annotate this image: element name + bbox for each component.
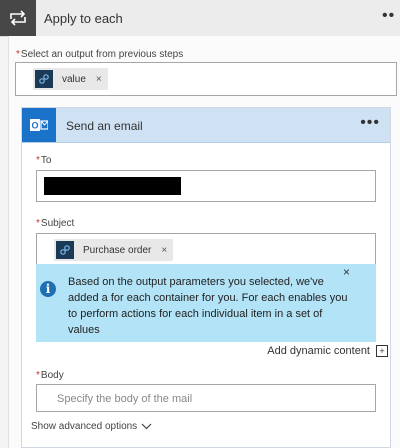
required-marker: * (36, 218, 40, 229)
outlook-icon: O (22, 108, 56, 142)
action-more-menu-icon[interactable]: ••• (360, 114, 380, 132)
info-icon: i (40, 281, 56, 297)
subject-label: *Subject (36, 218, 74, 229)
dynamic-content-icon (56, 241, 74, 259)
remove-token-icon[interactable]: × (161, 245, 167, 256)
required-marker: * (16, 49, 20, 60)
body-placeholder: Specify the body of the mail (57, 393, 193, 405)
value-token[interactable]: value × (33, 68, 108, 90)
send-email-action-card: O Send an email ••• *To *Subject Purchas… (21, 107, 391, 448)
body-label-text: Body (40, 370, 64, 381)
select-output-label-text: Select an output from previous steps (20, 49, 184, 60)
svg-text:O: O (31, 121, 38, 131)
required-marker: * (36, 155, 40, 166)
chevron-down-icon (141, 423, 152, 430)
to-input[interactable] (36, 170, 376, 202)
dynamic-content-icon (35, 70, 53, 88)
body-input[interactable]: Specify the body of the mail (36, 384, 376, 412)
loop-more-menu-icon[interactable]: •• (382, 6, 400, 26)
action-header[interactable]: O Send an email ••• (22, 108, 390, 143)
to-label: *To (36, 155, 51, 166)
close-icon[interactable]: × (343, 265, 350, 279)
to-label-text: To (40, 155, 52, 166)
info-banner-text: Based on the output parameters you selec… (68, 276, 348, 336)
for-each-info-banner: i Based on the output parameters you sel… (36, 264, 376, 342)
loop-icon (0, 0, 36, 36)
action-title: Send an email (66, 119, 143, 133)
loop-title: Apply to each (44, 11, 123, 26)
redacted-recipient (44, 177, 181, 195)
select-output-label: *Select an output from previous steps (16, 49, 183, 60)
show-advanced-options-label: Show advanced options (31, 421, 138, 432)
loop-header[interactable]: Apply to each •• (0, 0, 400, 37)
purchase-order-token[interactable]: Purchase order × (54, 239, 174, 261)
value-token-label: value (62, 73, 86, 85)
subject-label-text: Subject (40, 218, 75, 229)
add-dynamic-content-label: Add dynamic content (267, 345, 370, 357)
add-icon: + (376, 345, 388, 357)
show-advanced-options-link[interactable]: Show advanced options (31, 421, 152, 432)
purchase-order-token-label: Purchase order (83, 244, 152, 256)
apply-to-each-container: Apply to each •• *Select an output from … (0, 0, 400, 448)
body-label: *Body (36, 370, 64, 381)
select-output-input[interactable]: value × (15, 62, 397, 96)
remove-token-icon[interactable]: × (96, 74, 102, 85)
add-dynamic-content-link[interactable]: Add dynamic content + (267, 345, 388, 357)
subject-input[interactable]: Purchase order × (36, 233, 376, 265)
required-marker: * (36, 370, 40, 381)
